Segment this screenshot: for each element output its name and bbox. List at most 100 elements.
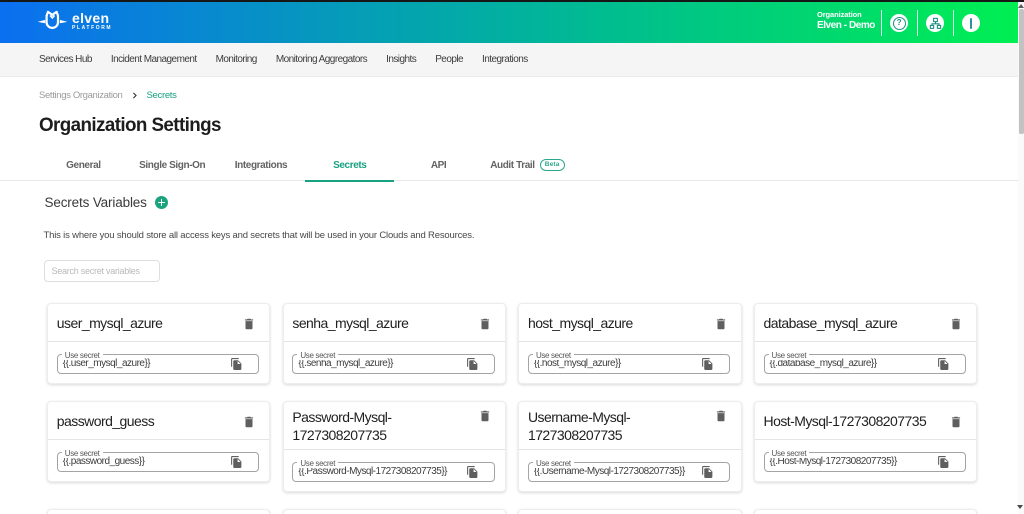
tab-general[interactable]: General bbox=[39, 150, 128, 180]
delete-secret-button[interactable] bbox=[473, 404, 497, 428]
organization-label: Organization bbox=[817, 10, 875, 19]
secret-card: Host-Mysql-1727308207735 Use secret {{.H… bbox=[754, 401, 977, 482]
copy-secret-button[interactable] bbox=[700, 465, 715, 480]
delete-secret-button[interactable] bbox=[709, 404, 733, 428]
secret-name: senha_mysql_azure bbox=[292, 315, 473, 333]
tabs: General Single Sign-On Integrations Secr… bbox=[39, 150, 572, 180]
nav-item-services-hub[interactable]: Services Hub bbox=[39, 54, 92, 65]
copy-secret-button[interactable] bbox=[465, 465, 480, 480]
nav-item-incident-management[interactable]: Incident Management bbox=[111, 54, 197, 65]
secret-name: host_mysql_azure bbox=[528, 315, 709, 333]
secret-card: Username-Mysql-1727308207735 Use secret … bbox=[518, 401, 741, 492]
elven-owl-icon bbox=[37, 10, 68, 32]
secret-name: database_mysql_azure bbox=[764, 315, 945, 333]
copy-icon bbox=[466, 466, 479, 479]
secret-name: password_guess bbox=[57, 413, 238, 431]
copy-secret-button[interactable] bbox=[465, 357, 480, 372]
trash-icon bbox=[242, 317, 256, 331]
page-title: Organization Settings bbox=[39, 115, 221, 137]
trash-icon bbox=[949, 317, 963, 331]
logo-subtitle: PLATFORM bbox=[72, 26, 112, 31]
delete-secret-button[interactable] bbox=[237, 410, 261, 434]
breadcrumb-secrets: Secrets bbox=[146, 90, 176, 101]
elven-logo[interactable]: elven PLATFORM bbox=[37, 10, 112, 32]
secret-card: host_mysql_azure Use secret {{.host_mysq… bbox=[518, 303, 741, 384]
use-secret-field: Use secret {{.database_mysql_azure}} bbox=[764, 354, 966, 374]
window-top-strip bbox=[0, 0, 1024, 2]
secret-card: Password-Mysql-1727308207735 Use secret … bbox=[283, 401, 506, 492]
delete-secret-button[interactable] bbox=[944, 410, 968, 434]
copy-icon bbox=[466, 358, 479, 371]
use-secret-label: Use secret bbox=[769, 351, 810, 360]
main-nav: Services Hub Incident Management Monitor… bbox=[0, 43, 1018, 77]
use-secret-field: Use secret {{.user_mysql_azure}} bbox=[57, 354, 259, 374]
copy-secret-button[interactable] bbox=[229, 455, 244, 470]
copy-icon bbox=[701, 358, 714, 371]
use-secret-label: Use secret bbox=[533, 459, 574, 468]
copy-icon bbox=[701, 466, 714, 479]
use-secret-field: Use secret {{.password_guess}} bbox=[57, 452, 259, 472]
nav-item-monitoring-aggregators[interactable]: Monitoring Aggregators bbox=[276, 54, 367, 65]
tab-api[interactable]: API bbox=[394, 150, 483, 180]
copy-secret-button[interactable] bbox=[700, 357, 715, 372]
scrollbar-up-arrow-icon[interactable] bbox=[1018, 4, 1024, 8]
breadcrumb-settings-organization[interactable]: Settings Organization bbox=[39, 90, 122, 101]
avatar-initial-icon bbox=[970, 18, 973, 29]
tab-integrations[interactable]: Integrations bbox=[217, 150, 306, 180]
trash-icon bbox=[714, 409, 728, 423]
secrets-grid: user_mysql_azure Use secret {{.user_mysq… bbox=[47, 303, 977, 514]
add-secret-button[interactable] bbox=[155, 196, 169, 210]
nav-item-insights[interactable]: Insights bbox=[386, 54, 416, 65]
organization-name[interactable]: Elven - Demo bbox=[817, 19, 875, 33]
breadcrumb: Settings Organization Secrets bbox=[39, 90, 177, 101]
secret-name: Host-Mysql-1727308207735 bbox=[764, 413, 945, 431]
nav-item-people[interactable]: People bbox=[435, 54, 463, 65]
delete-secret-button[interactable] bbox=[944, 312, 968, 336]
help-icon: ? bbox=[893, 17, 906, 30]
use-secret-field: Use secret {{.Host-Mysql-1727308207735}} bbox=[764, 452, 966, 472]
user-avatar-button[interactable] bbox=[962, 14, 980, 32]
scrollbar-thumb[interactable] bbox=[1019, 9, 1024, 134]
use-secret-label: Use secret bbox=[297, 459, 338, 468]
secret-card-partial bbox=[754, 509, 977, 514]
app-header: elven PLATFORM Organization Elven - Demo… bbox=[0, 2, 1018, 43]
use-secret-field: Use secret {{.Password-Mysql-17273082077… bbox=[292, 462, 494, 482]
logo-name: elven bbox=[72, 12, 112, 25]
delete-secret-button[interactable] bbox=[709, 312, 733, 336]
copy-icon bbox=[230, 456, 243, 469]
chevron-right-icon bbox=[130, 91, 139, 100]
secret-card: senha_mysql_azure Use secret {{.senha_my… bbox=[283, 303, 506, 384]
header-divider bbox=[953, 10, 954, 36]
use-secret-field: Use secret {{.host_mysql_azure}} bbox=[528, 354, 730, 374]
trash-icon bbox=[949, 415, 963, 429]
section-title: Secrets Variables bbox=[45, 195, 147, 210]
nav-item-monitoring[interactable]: Monitoring bbox=[216, 54, 257, 65]
secret-card-partial bbox=[47, 509, 270, 514]
copy-secret-button[interactable] bbox=[936, 357, 951, 372]
delete-secret-button[interactable] bbox=[237, 312, 261, 336]
tab-audit-trail[interactable]: Audit Trail Beta bbox=[483, 150, 572, 180]
secret-name: Username-Mysql-1727308207735 bbox=[528, 409, 709, 444]
search-input[interactable] bbox=[44, 260, 161, 282]
tab-secrets[interactable]: Secrets bbox=[305, 150, 394, 180]
copy-icon bbox=[230, 358, 243, 371]
use-secret-label: Use secret bbox=[769, 449, 810, 458]
beta-badge: Beta bbox=[540, 159, 565, 171]
trash-icon bbox=[714, 317, 728, 331]
org-structure-button[interactable] bbox=[926, 14, 944, 32]
secret-card: database_mysql_azure Use secret {{.datab… bbox=[754, 303, 977, 384]
nav-item-integrations[interactable]: Integrations bbox=[482, 54, 528, 65]
sitemap-icon bbox=[929, 17, 942, 30]
secret-name: user_mysql_azure bbox=[57, 315, 238, 333]
use-secret-label: Use secret bbox=[297, 351, 338, 360]
copy-secret-button[interactable] bbox=[229, 357, 244, 372]
secret-card: user_mysql_azure Use secret {{.user_mysq… bbox=[47, 303, 270, 384]
active-tab-underline bbox=[305, 180, 394, 182]
copy-secret-button[interactable] bbox=[936, 455, 951, 470]
use-secret-label: Use secret bbox=[533, 351, 574, 360]
scrollbar-down-arrow-icon[interactable] bbox=[1017, 505, 1023, 509]
tab-single-sign-on[interactable]: Single Sign-On bbox=[128, 150, 217, 180]
use-secret-label: Use secret bbox=[62, 351, 103, 360]
delete-secret-button[interactable] bbox=[473, 312, 497, 336]
help-button[interactable]: ? bbox=[890, 14, 908, 32]
